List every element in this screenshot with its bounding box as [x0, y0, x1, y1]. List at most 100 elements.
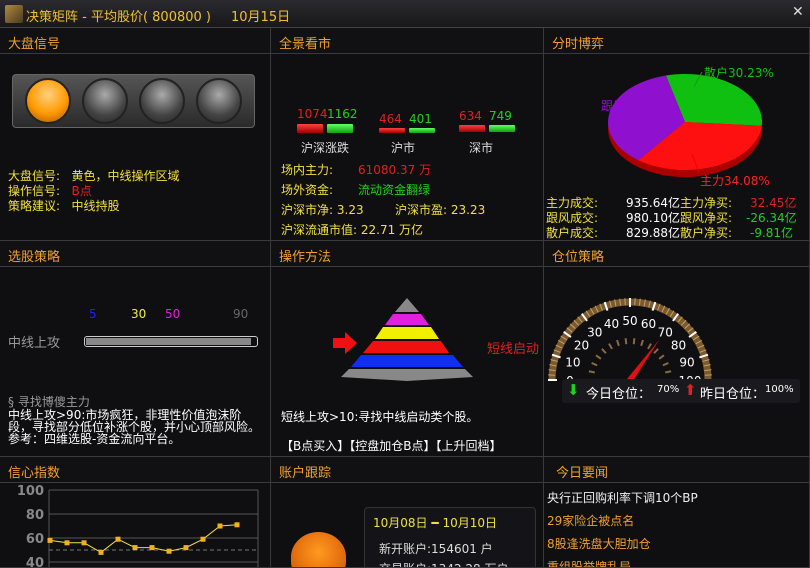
arrow-down-icon: ⬇ [567, 381, 580, 399]
data-point [132, 545, 138, 551]
progress-fill [86, 338, 251, 345]
inner-tick [662, 362, 669, 367]
up-bar [379, 128, 405, 133]
method-desc: 短线上攻>10:寻找中线启动类个股。 [281, 410, 479, 424]
account-box: 10月08日 ━ 10月10日 新开账户:154601 户 交易账户:1342.… [364, 507, 536, 567]
gauge-label: 70 [658, 325, 673, 339]
series-line [49, 524, 238, 553]
gauge-label: 80 [671, 339, 686, 353]
inner-tick [658, 354, 665, 360]
title-bar: 决策矩阵 - 平均股价( 800800 ) 10月15日 ✕ [0, 0, 810, 28]
position-bar: ⬇ 今日仓位： 70% ⬆ 昨日仓位： 100% [562, 379, 800, 403]
data-point [47, 537, 53, 543]
confidence-panel: 信心指数 100 80 60 40 [0, 457, 271, 568]
overview-panel: 全景看市 1074 1162 沪深涨跌 464 401 沪市 634 749 深… [271, 28, 544, 241]
news-item[interactable]: 重组股举牌乱局 [547, 556, 698, 567]
gauge-label: 10 [565, 355, 580, 369]
signal-row: 大盘信号: 黄色，中线操作区域 [8, 169, 180, 183]
stock-pick-panel: 选股策略 5 30 50 90 中线上攻 § 寻找博傻主力 中线上攻>90:市场… [0, 241, 271, 457]
pie-label: 跟风35.70% [601, 99, 671, 113]
signal-panel: 大盘信号 大盘信号: 黄色，中线操作区域 操作信号: B点 策略建议: 中线持股 [0, 28, 271, 241]
data-point [81, 540, 87, 546]
panel-header: 全景看市 [271, 28, 543, 54]
light-off-icon [139, 78, 185, 124]
inner-tick [595, 354, 602, 360]
close-button[interactable]: ✕ [792, 4, 804, 20]
gauge-label: 20 [574, 339, 589, 353]
data-point [64, 540, 70, 546]
mark-90: 90 [233, 307, 249, 321]
panel-header: 今日要闻 [544, 457, 809, 483]
up-bar [297, 124, 323, 133]
gauge-label: 40 [604, 317, 619, 331]
light-off-icon [196, 78, 242, 124]
inner-tick [632, 338, 636, 345]
gauge-label: 30 [587, 325, 602, 339]
news-item[interactable]: 央行正回购利率下调10个BP [547, 487, 698, 510]
panel-header: 信心指数 [0, 457, 270, 483]
panel-header: 操作方法 [271, 241, 543, 267]
panel-header: 仓位策略 [544, 241, 809, 267]
inner-tick [601, 348, 607, 354]
mark-30: 30 [131, 307, 147, 321]
data-point [98, 549, 104, 555]
inner-tick [640, 339, 644, 347]
stage-label: 短线启动 [487, 342, 540, 357]
data-point [115, 536, 121, 542]
up-bar [459, 125, 485, 132]
news-item[interactable]: 8股逢洗盘大胆加仓 [547, 533, 698, 556]
inner-tick [653, 348, 659, 354]
light-off-icon [82, 78, 128, 124]
window-title: 决策矩阵 - 平均股价( 800800 ) [26, 10, 211, 25]
inner-tick [665, 370, 672, 374]
pie-label: 主力34.08% [700, 174, 770, 188]
signal-row: 策略建议: 中线持股 [8, 199, 120, 213]
gauge-label: 50 [622, 314, 637, 328]
traffic-lights [12, 74, 255, 128]
panel-header: 分时博弈 [544, 28, 809, 54]
pyramid [333, 298, 473, 381]
stats: 主力成交: 935.64亿主力净买: 32.45亿 跟风成交: 980.10亿跟风净买… [546, 196, 797, 240]
inner-tick [588, 370, 595, 374]
panel-header: 选股策略 [0, 241, 270, 267]
mascot-icon [291, 532, 346, 567]
pick-label: 中线上攻 [8, 336, 61, 351]
data-point [234, 522, 240, 528]
inner-tick [647, 343, 652, 350]
gauge-label: 90 [679, 355, 694, 369]
arrow-right-icon [333, 332, 357, 354]
down-bar [489, 125, 515, 132]
pick-desc: 中线上攻>90:市场疯狂，非理性价值泡沫阶段，寻找部分低位补涨个股，并小心顶部风… [8, 408, 261, 446]
news-panel: 今日要闻 央行正回购利率下调10个BP 29家险企被点名 8股逢洗盘大胆加仓 重… [544, 457, 810, 568]
account-panel: 账户跟踪 10月08日 ━ 10月10日 新开账户:154601 户 交易账户:… [271, 457, 544, 568]
inner-tick [616, 339, 620, 347]
gauge-label: 60 [641, 317, 656, 331]
mark-5: 5 [89, 307, 97, 321]
app-logo-icon [5, 5, 23, 23]
down-bar [327, 124, 353, 133]
gauge-needle [627, 339, 660, 382]
y-tick-label: 80 [26, 508, 44, 523]
inner-tick [608, 343, 613, 350]
inner-tick [591, 362, 598, 367]
panel-header: 账户跟踪 [271, 457, 543, 483]
progress-bar [84, 336, 258, 347]
method-panel: 操作方法 短线启动 短线上攻>10:寻找中线启动类个股。 【B点买入】【控盘加仓… [271, 241, 544, 457]
mark-50: 50 [165, 307, 181, 321]
data-point [183, 545, 189, 551]
light-on-icon [25, 78, 71, 124]
signal-row: 操作信号: B点 [8, 184, 92, 198]
down-bar [409, 128, 435, 133]
arrow-up-icon: ⬆ [684, 381, 697, 399]
inner-tick [624, 338, 628, 345]
pie-label: 散户30.23% [704, 66, 774, 80]
data-point [166, 548, 172, 554]
timeshare-panel: 分时博弈 散户30.23% 主力34.08% 跟风35.70% 主力成交: 935… [544, 28, 810, 241]
confidence-chart: 100 80 60 40 [17, 484, 259, 568]
y-tick-label: 60 [26, 532, 44, 547]
news-item[interactable]: 29家险企被点名 [547, 510, 698, 533]
data-point [217, 523, 223, 529]
y-tick-label: 40 [26, 556, 44, 568]
gauge: 0102030405060708090100 [548, 298, 712, 388]
data-point [149, 545, 155, 551]
